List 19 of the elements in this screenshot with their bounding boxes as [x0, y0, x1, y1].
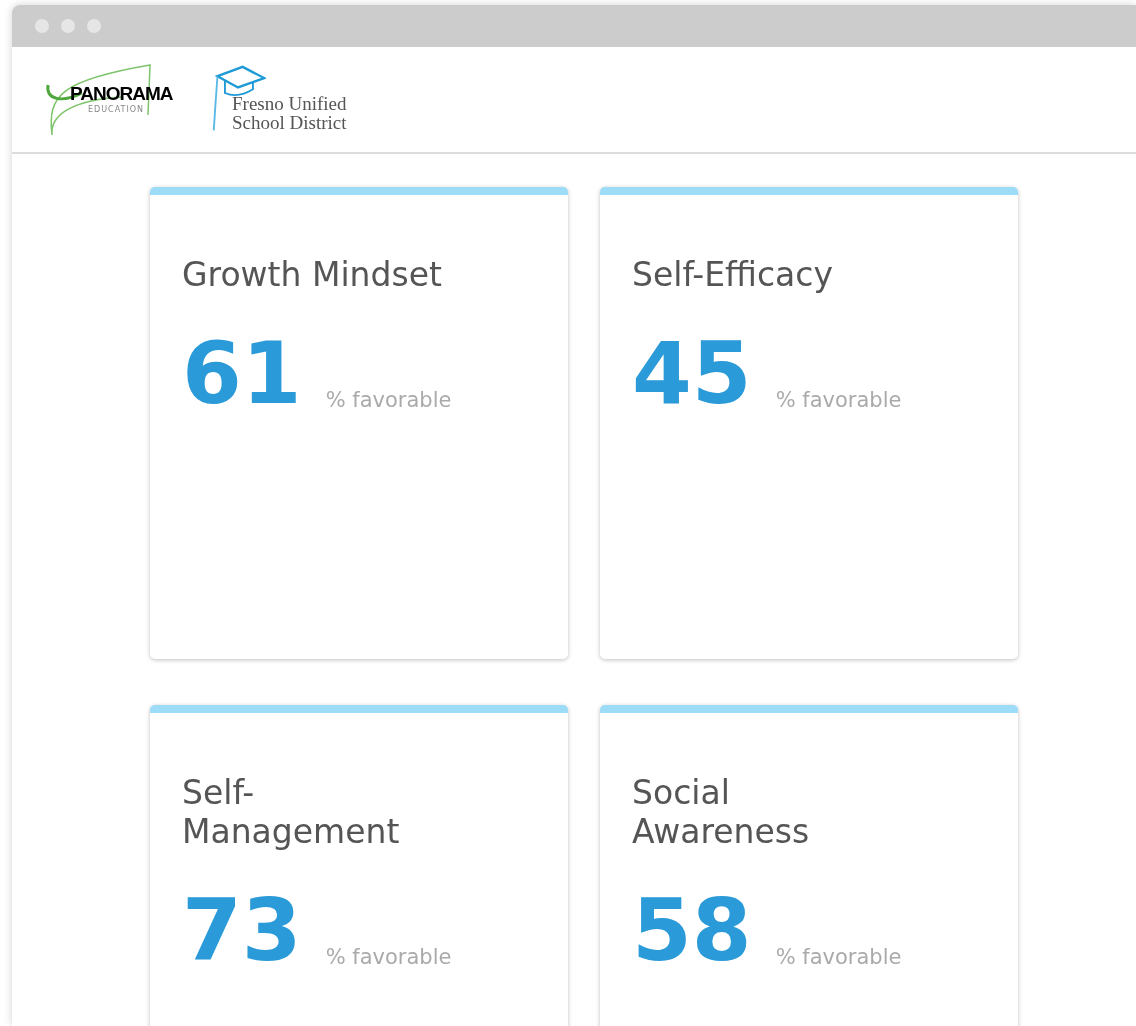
card-title: Self-Efficacy [632, 255, 834, 294]
metric-value: 73 [182, 887, 302, 973]
metric-unit: % favorable [775, 388, 902, 414]
metric-value: 45 [632, 330, 752, 416]
logo-text: Fresno Unified [232, 93, 347, 113]
logo-subtitle: EDUCATION [88, 104, 145, 114]
metric-value: 61 [182, 330, 302, 416]
card-title: Social Awareness [632, 773, 811, 851]
window-dot[interactable] [61, 19, 75, 33]
card-title: Self- Management [182, 773, 401, 851]
metric-unit: % favorable [325, 388, 452, 414]
metric-value: 58 [632, 887, 752, 973]
window-dot[interactable] [87, 19, 101, 33]
metric-unit: % favorable [325, 945, 452, 971]
logo-name: PANORAMA [70, 82, 173, 105]
metric-unit: % favorable [775, 945, 902, 971]
card-title: Growth Mindset [182, 255, 443, 294]
logo-text: School District [232, 112, 347, 132]
window-dot[interactable] [35, 19, 49, 33]
